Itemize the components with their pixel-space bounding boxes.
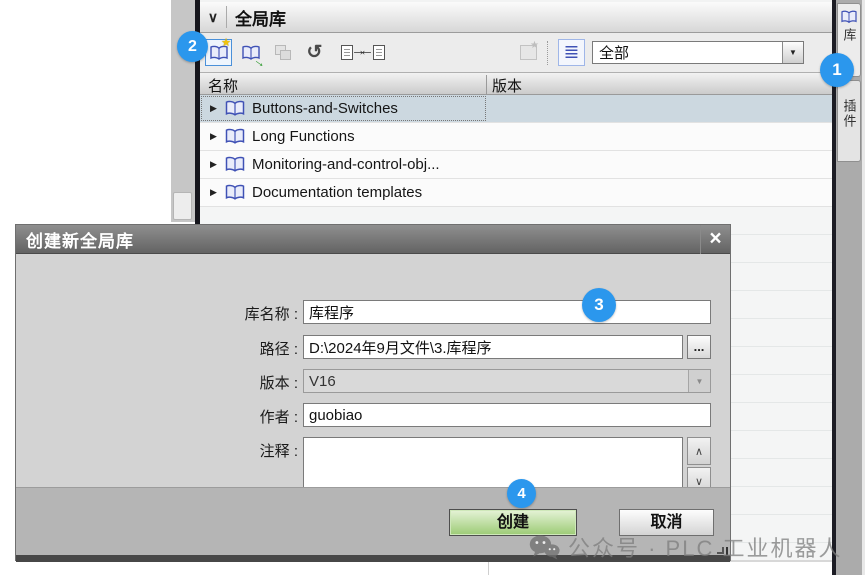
- list-item-buttons-and-switches[interactable]: ▶ Buttons-and-Switches: [200, 95, 832, 123]
- dialog-title: 创建新全局库: [26, 231, 134, 251]
- chevron-down-icon: ∨: [694, 475, 704, 488]
- create-new-library-button[interactable]: ★: [205, 38, 232, 66]
- book-icon: [224, 184, 246, 201]
- header-divider: [226, 6, 227, 28]
- filter-dropdown[interactable]: 全部 ▼: [592, 41, 804, 64]
- chevron-down-icon: ▼: [695, 377, 704, 386]
- panel-title: 全局库: [235, 9, 286, 29]
- list-item-monitoring-and-control[interactable]: ▶ Monitoring-and-control-obj...: [200, 151, 832, 179]
- list-item-label: Monitoring-and-control-obj...: [252, 156, 440, 173]
- annotation-circle-4: 4: [507, 479, 536, 508]
- list-view-icon: ≣: [563, 42, 580, 63]
- global-library-header: ∨ 全局库: [200, 2, 832, 33]
- tab-addins-label: 插件: [841, 99, 857, 129]
- path-input[interactable]: [303, 335, 683, 359]
- version-label: 版本 :: [259, 375, 298, 392]
- comment-label: 注释 :: [259, 443, 298, 460]
- list-item-long-functions[interactable]: ▶ Long Functions: [200, 123, 832, 151]
- version-value: V16: [309, 373, 336, 390]
- dialog-titlebar[interactable]: 创建新全局库 ×: [16, 224, 730, 254]
- name-label: 库名称 :: [244, 306, 298, 323]
- book-icon: [209, 45, 229, 61]
- wechat-icon: [528, 533, 560, 561]
- tab-addins[interactable]: 插件: [837, 80, 861, 162]
- list-column-header: 名称 版本: [200, 72, 832, 95]
- filter-dropdown-value: 全部: [599, 45, 630, 62]
- import-library-button[interactable]: ←: [359, 39, 392, 66]
- dialog-body: 库名称 : 路径 : ... 版本 : V16 ▼ 作者 : 注释 :: [16, 254, 730, 495]
- author-label: 作者 :: [259, 409, 298, 426]
- create-library-dialog: 创建新全局库 × 库名称 : 路径 : ... 版本 : V16 ▼ 作者: [15, 224, 731, 562]
- create-version-icon: ★: [520, 40, 539, 60]
- annotation-circle-3: 3: [582, 288, 616, 322]
- version-select[interactable]: V16 ▼: [303, 369, 711, 393]
- path-label: 路径 :: [259, 341, 298, 358]
- expander-icon[interactable]: ▶: [210, 131, 220, 142]
- list-item-label: Buttons-and-Switches: [252, 100, 398, 117]
- library-toolbar: ★ → ↺ → ← ★ ≣ 全部 ▼: [200, 33, 832, 72]
- screen: ∨ 全局库 ★ → ↺ → ← ★ ≣ 全部 ▼ 名称 版本 ▶ Buttons…: [0, 0, 865, 575]
- save-library-button[interactable]: [269, 39, 296, 66]
- watermark-text: 公众号 · PLC 工业机器人: [568, 536, 843, 561]
- column-version[interactable]: 版本: [492, 75, 522, 96]
- export-library-button[interactable]: →: [333, 39, 366, 66]
- close-icon: ×: [709, 227, 722, 250]
- export-arrow-icon: →: [351, 42, 366, 59]
- export-page-icon: [340, 45, 353, 60]
- annotation-circle-2: 2: [177, 31, 208, 62]
- scroll-up-button[interactable]: ∧: [687, 437, 711, 465]
- open-library-button[interactable]: →: [237, 39, 270, 71]
- browse-button[interactable]: ...: [687, 335, 711, 359]
- list-item-label: Documentation templates: [252, 184, 423, 201]
- book-icon: [241, 45, 261, 61]
- update-rotate-icon: ↺: [306, 42, 323, 63]
- book-icon: [840, 10, 858, 24]
- collapse-chevron-icon[interactable]: ∨: [200, 9, 226, 26]
- close-button[interactable]: ×: [700, 224, 730, 254]
- tab-libraries-label: 库: [841, 28, 857, 43]
- update-library-button[interactable]: ↺: [301, 39, 328, 66]
- expander-icon[interactable]: ▶: [210, 187, 220, 198]
- book-icon: [224, 128, 246, 145]
- detail-view-button[interactable]: ≣: [558, 39, 585, 66]
- list-item-documentation-templates[interactable]: ▶ Documentation templates: [200, 179, 832, 207]
- create-version-button[interactable]: ★: [515, 39, 542, 66]
- column-name[interactable]: 名称: [208, 75, 238, 96]
- column-divider[interactable]: [486, 75, 487, 94]
- chevron-down-icon: ▼: [789, 48, 797, 57]
- left-scrollbar-thumb[interactable]: [173, 192, 192, 220]
- annotation-circle-1: 1: [820, 53, 854, 87]
- author-input[interactable]: [303, 403, 711, 427]
- filter-dropdown-button[interactable]: ▼: [782, 42, 803, 63]
- save-library-icon: [274, 45, 291, 60]
- toolbar-divider: [547, 40, 548, 65]
- book-icon: [224, 156, 246, 173]
- status-area-divider: [488, 562, 489, 575]
- expander-icon[interactable]: ▶: [210, 159, 220, 170]
- watermark: 公众号 · PLC 工业机器人: [528, 531, 842, 563]
- import-page-icon: [372, 45, 385, 60]
- version-dropdown-button[interactable]: ▼: [688, 370, 710, 392]
- chevron-up-icon: ∧: [694, 445, 704, 458]
- list-item-label: Long Functions: [252, 128, 355, 145]
- library-name-input[interactable]: [303, 300, 711, 324]
